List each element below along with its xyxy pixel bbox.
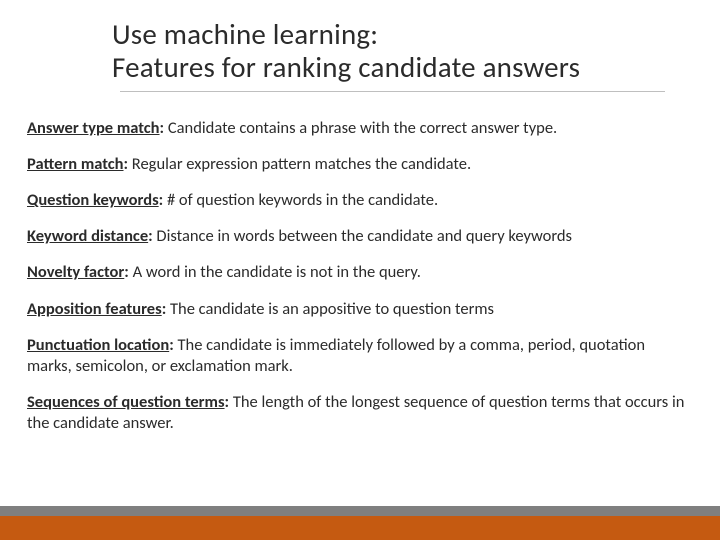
feature-desc: # of question keywords in the candidate. <box>163 190 438 210</box>
feature-desc: The candidate is an appositive to questi… <box>166 299 494 319</box>
list-item: Answer type match: Candidate contains a … <box>27 118 693 139</box>
feature-label: Answer type match <box>27 118 160 138</box>
list-item: Question keywords: # of question keyword… <box>27 190 693 211</box>
feature-label: Keyword distance <box>27 226 148 246</box>
feature-desc: Distance in words between the candidate … <box>153 226 572 246</box>
feature-label: Question keywords <box>27 190 159 210</box>
feature-desc: Candidate contains a phrase with the cor… <box>164 118 557 138</box>
title-line-2: Features for ranking candidate answers <box>112 51 672 84</box>
list-item: Punctuation location: The candidate is i… <box>27 335 693 377</box>
feature-label: Pattern match <box>27 154 124 174</box>
footer-bar <box>0 516 720 540</box>
list-item: Keyword distance: Distance in words betw… <box>27 226 693 247</box>
slide-title: Use machine learning: Features for ranki… <box>112 18 672 100</box>
title-underline <box>120 91 665 92</box>
feature-label: Punctuation location <box>27 335 169 355</box>
title-line-1: Use machine learning: <box>112 18 672 51</box>
feature-desc: Regular expression pattern matches the c… <box>128 154 471 174</box>
feature-list: Answer type match: Candidate contains a … <box>27 118 693 449</box>
footer-shadow <box>0 506 720 516</box>
list-item: Apposition features: The candidate is an… <box>27 299 693 320</box>
feature-label: Sequences of question terms <box>27 392 225 412</box>
list-item: Novelty factor: A word in the candidate … <box>27 262 693 283</box>
slide: Use machine learning: Features for ranki… <box>0 0 720 540</box>
feature-label: Apposition features <box>27 299 162 319</box>
feature-desc: A word in the candidate is not in the qu… <box>129 262 421 282</box>
list-item: Pattern match: Regular expression patter… <box>27 154 693 175</box>
feature-label: Novelty factor <box>27 262 124 282</box>
list-item: Sequences of question terms: The length … <box>27 392 693 434</box>
